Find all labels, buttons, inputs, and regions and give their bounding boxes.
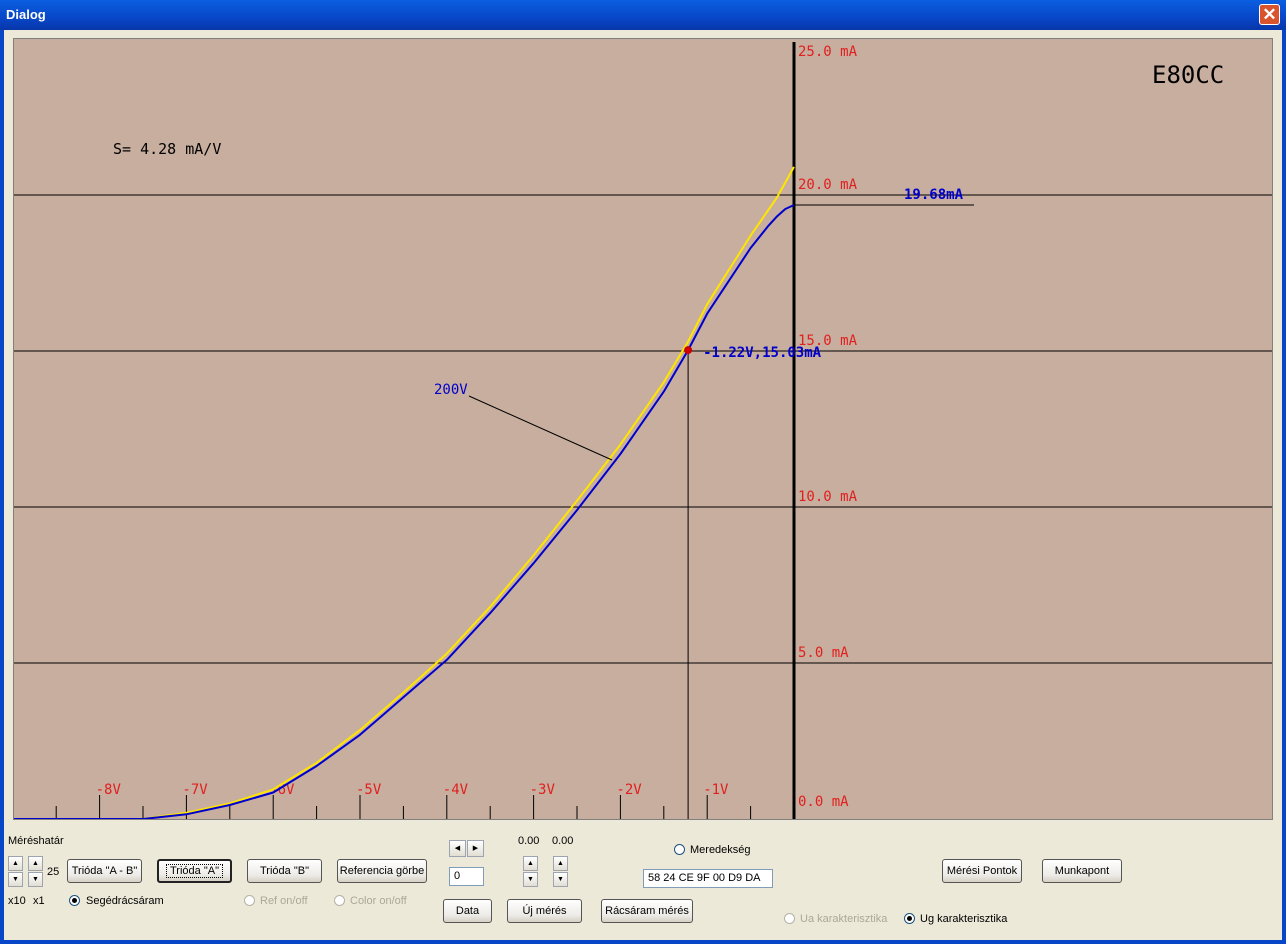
meredekseg-label: Meredekség <box>690 844 751 856</box>
meresi-pontok-button[interactable]: Mérési Pontok <box>942 859 1022 883</box>
step-value-field[interactable]: 0 <box>449 867 484 886</box>
y-tick-label: 25.0 mA <box>798 44 858 60</box>
y-tick-label: 10.0 mA <box>798 489 858 505</box>
step-value: 0 <box>454 870 461 882</box>
range-label: Méréshatár <box>8 835 64 847</box>
marker-label: -1.22V,15.03mA <box>703 345 822 361</box>
value-1-down-button[interactable]: ▼ <box>523 872 538 887</box>
series-label-leader <box>468 395 613 461</box>
value-1: 0.00 <box>518 835 540 847</box>
x1-label: x1 <box>33 895 45 907</box>
trioda-a-button[interactable]: Trióda "A" <box>157 859 232 883</box>
x-tick-label: -7V <box>182 782 208 798</box>
trioda-b-button[interactable]: Trióda "B" <box>247 859 322 883</box>
end-value-label: 19.68mA <box>904 187 964 203</box>
value-2-up-button[interactable]: ▲ <box>553 856 568 871</box>
step-right-button[interactable]: ▶ <box>467 840 484 857</box>
marker-point <box>684 346 693 355</box>
x-tick-label: -5V <box>356 782 382 798</box>
x-tick-label: -2V <box>616 782 642 798</box>
y-tick-label: 0.0 mA <box>798 794 849 810</box>
arrow-up-icon: ▲ <box>32 860 39 867</box>
arrow-up-icon: ▲ <box>12 860 19 867</box>
data-button[interactable]: Data <box>443 899 492 923</box>
ug-karakterisztika-radio[interactable] <box>904 913 915 924</box>
hex-data-value: 58 24 CE 9F 00 D9 DA <box>648 872 761 884</box>
arrow-right-icon: ▶ <box>472 845 479 852</box>
x-tick-label: -1V <box>703 782 729 798</box>
y-tick-label: 5.0 mA <box>798 645 849 661</box>
slope-annotation: S= 4.28 mA/V <box>113 140 221 158</box>
trioda-ab-button[interactable]: Trióda "A - B" <box>67 859 142 883</box>
arrow-up-icon: ▲ <box>527 860 534 867</box>
plot-area: -8V -7V -6V -5V -4V -3V -2V -1V 0.0 mA 5.0 mA 10.0… <box>13 38 1273 820</box>
x10-label: x10 <box>8 895 26 907</box>
range-x1-down-button[interactable]: ▼ <box>28 872 43 887</box>
ug-karakterisztika-label: Ug karakterisztika <box>920 913 1008 925</box>
characteristic-chart: -8V -7V -6V -5V -4V -3V -2V -1V0.0 mA5.0 mA10.0… <box>14 42 1272 819</box>
uj-meres-button[interactable]: Új mérés <box>507 899 582 923</box>
ref-onoff-radio[interactable] <box>244 895 255 906</box>
color-onoff-radio[interactable] <box>334 895 345 906</box>
racsaram-meres-label: Rácsáram mérés <box>605 905 689 917</box>
range-x1-up-button[interactable]: ▲ <box>28 856 43 871</box>
munkapont-button[interactable]: Munkapont <box>1042 859 1122 883</box>
ref-onoff-label: Ref on/off <box>260 895 308 907</box>
arrow-down-icon: ▼ <box>32 876 39 883</box>
range-value: 25 <box>47 866 60 878</box>
title-bar: Dialog ✕ <box>0 0 1286 30</box>
series-line-main <box>14 204 795 819</box>
chart-title: E80CC <box>1152 61 1224 89</box>
referencia-gorbe-button[interactable]: Referencia görbe <box>337 859 427 883</box>
meredekseg-radio[interactable] <box>674 844 685 855</box>
ua-karakterisztika-label: Ua karakterisztika <box>800 913 888 925</box>
ua-karakterisztika-radio[interactable] <box>784 913 795 924</box>
trioda-b-label: Trióda "B" <box>260 865 309 877</box>
meresi-pontok-label: Mérési Pontok <box>946 865 1018 877</box>
trioda-a-label: Trióda "A" <box>166 864 223 878</box>
segedracsaram-radio[interactable] <box>69 895 80 906</box>
color-onoff-label: Color on/off <box>350 895 407 907</box>
step-left-button[interactable]: ◀ <box>449 840 466 857</box>
arrow-down-icon: ▼ <box>557 876 564 883</box>
x-tick-label: -4V <box>443 782 469 798</box>
value-2: 0.00 <box>552 835 574 847</box>
close-icon: ✕ <box>1262 5 1277 24</box>
munkapont-label: Munkapont <box>1054 865 1110 877</box>
range-x10-down-button[interactable]: ▼ <box>8 872 23 887</box>
window-frame-left <box>0 30 4 944</box>
window-frame-bottom <box>0 940 1286 944</box>
arrow-down-icon: ▼ <box>527 876 534 883</box>
segedracsaram-label: Segédrácsáram <box>86 895 164 907</box>
data-label: Data <box>455 905 480 917</box>
arrow-left-icon: ◀ <box>454 845 461 852</box>
value-1-up-button[interactable]: ▲ <box>523 856 538 871</box>
y-tick-label: 20.0 mA <box>798 177 858 193</box>
series-line-reference <box>14 166 795 819</box>
racsaram-meres-button[interactable]: Rácsáram mérés <box>601 899 693 923</box>
trioda-ab-label: Trióda "A - B" <box>71 865 138 877</box>
uj-meres-label: Új mérés <box>522 905 567 917</box>
close-button[interactable]: ✕ <box>1259 4 1280 25</box>
x-tick-label: -3V <box>530 782 556 798</box>
referencia-gorbe-label: Referencia görbe <box>339 865 425 877</box>
series-label: 200V <box>434 382 468 398</box>
range-x10-up-button[interactable]: ▲ <box>8 856 23 871</box>
value-2-down-button[interactable]: ▼ <box>553 872 568 887</box>
window-title: Dialog <box>6 7 46 22</box>
arrow-down-icon: ▼ <box>12 876 19 883</box>
arrow-up-icon: ▲ <box>557 860 564 867</box>
x-tick-label: -8V <box>96 782 122 798</box>
window-frame-right <box>1282 30 1286 944</box>
hex-data-field[interactable]: 58 24 CE 9F 00 D9 DA <box>643 869 773 888</box>
